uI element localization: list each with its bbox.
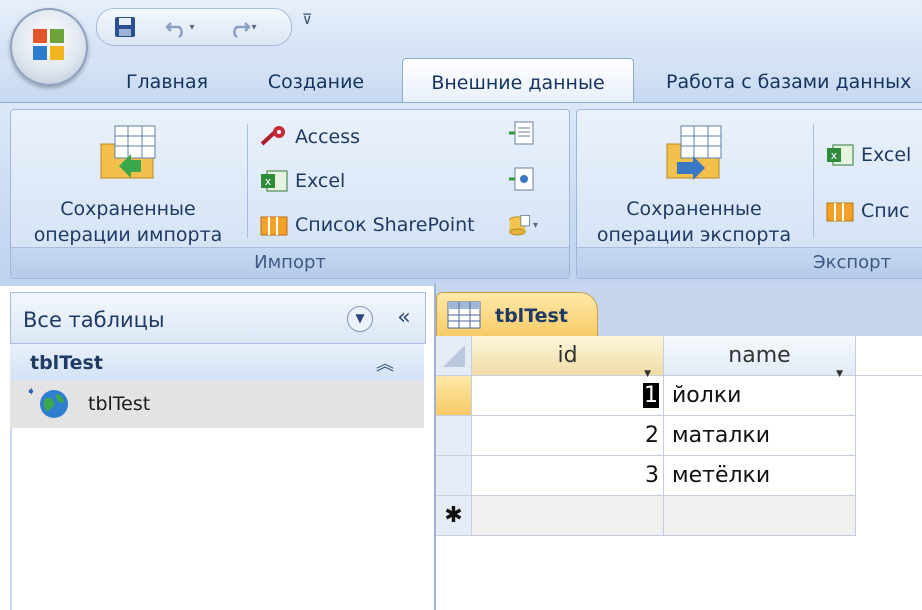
column-header-id[interactable]: id ▼ xyxy=(472,336,664,379)
datasheet-grid: id ▼ name ▼ 1 йолки 2 маталки 3 метёлки … xyxy=(436,336,922,606)
redo-icon xyxy=(233,22,252,39)
import-sharepoint-label: Список SharePoint xyxy=(295,214,475,236)
export-sharepoint-label: Спис xyxy=(861,200,910,222)
export-excel-button[interactable]: x Excel xyxy=(825,140,911,170)
nav-group-title: tblTest xyxy=(30,352,103,374)
office-logo-icon xyxy=(33,29,64,60)
divider xyxy=(10,428,12,610)
cell-name[interactable]: метёлки xyxy=(664,456,856,496)
nav-item-label: tblTest xyxy=(88,393,151,415)
sharepoint-list-icon xyxy=(826,202,854,222)
saved-imports-label-2: операции импорта xyxy=(33,224,223,246)
nav-menu-dropdown[interactable]: ▼ xyxy=(347,306,373,332)
nav-collapse-button[interactable]: « xyxy=(389,301,419,335)
tab-create[interactable]: Создание xyxy=(246,58,386,102)
saved-exports-label-1: Сохраненные xyxy=(626,198,762,220)
database-more-icon xyxy=(509,215,530,236)
linked-table-globe-icon xyxy=(40,390,68,418)
export-group-label: Экспорт xyxy=(577,247,922,278)
nav-pane-title: Все таблицы xyxy=(23,308,165,332)
quick-access-toolbar: ▾ ▾ xyxy=(96,8,292,46)
redo-button[interactable]: ▾ xyxy=(217,14,267,40)
import-excel-button[interactable]: x Excel xyxy=(259,166,345,196)
corner-triangle-icon xyxy=(443,345,465,367)
double-chevron-left-icon: « xyxy=(397,305,411,330)
chevron-down-icon: ▾ xyxy=(251,21,257,33)
new-row-selector[interactable]: ✱ xyxy=(436,496,472,536)
customize-toolbar-button[interactable]: ⊽ xyxy=(302,12,312,28)
cell-id[interactable]: 3 xyxy=(472,456,664,496)
cell-name[interactable]: йолки xyxy=(664,376,856,416)
office-button[interactable] xyxy=(10,8,88,86)
import-excel-label: Excel xyxy=(295,170,346,192)
tab-home[interactable]: Главная xyxy=(108,58,226,102)
saved-exports-button[interactable]: Сохраненные операции экспорта xyxy=(581,114,807,246)
import-access-label: Access xyxy=(295,126,361,148)
row-selector[interactable] xyxy=(436,376,472,416)
nav-group-header[interactable]: tblTest ︽ xyxy=(10,344,424,381)
import-access-button[interactable]: Access xyxy=(259,122,360,152)
saved-imports-label-1: Сохраненные xyxy=(60,198,196,220)
cell-id[interactable]: 2 xyxy=(472,416,664,456)
nav-pane-header[interactable]: Все таблицы ▼ « xyxy=(10,292,426,344)
grid-empty-space xyxy=(856,336,922,376)
import-group-label: Импорт xyxy=(11,247,569,278)
undo-button[interactable]: ▾ xyxy=(155,14,205,40)
saved-exports-label-2: операции экспорта xyxy=(596,224,792,246)
xml-file-icon xyxy=(509,167,534,191)
saved-imports-button[interactable]: Сохраненные операции импорта xyxy=(15,114,241,246)
svg-text:x: x xyxy=(265,175,272,188)
document-tab-tbltest[interactable]: tblTest xyxy=(436,292,598,339)
save-icon xyxy=(115,17,135,37)
saved-imports-icon xyxy=(100,125,156,179)
link-arrow-icon: ➧ xyxy=(26,384,37,398)
column-header-label: name xyxy=(728,343,791,368)
cell-id[interactable]: 1 xyxy=(472,376,664,416)
export-sharepoint-button[interactable]: Спис xyxy=(825,196,909,226)
tab-database-tools[interactable]: Работа с базами данных xyxy=(650,58,922,102)
excel-icon: x xyxy=(827,144,854,166)
cell-name[interactable]: маталки xyxy=(664,416,856,456)
sharepoint-list-icon xyxy=(260,216,288,236)
text-file-icon xyxy=(509,121,534,145)
separator xyxy=(813,124,814,238)
undo-icon xyxy=(165,22,184,39)
import-sharepoint-button[interactable]: Список SharePoint xyxy=(259,210,475,240)
export-group: Сохраненные операции экспорта x Excel Сп… xyxy=(576,109,922,279)
cell-value: 1 xyxy=(643,383,659,408)
document-tab-label: tblTest xyxy=(495,305,568,327)
tab-external-data[interactable]: Внешние данные xyxy=(402,58,634,105)
table-icon xyxy=(447,301,481,329)
chevron-down-icon: ▼ xyxy=(355,311,365,325)
chevron-down-icon: ▾ xyxy=(533,219,539,231)
column-header-name[interactable]: name ▼ xyxy=(664,336,856,379)
separator xyxy=(247,124,248,238)
import-group: Сохраненные операции импорта Access x Ex… xyxy=(10,109,570,279)
column-header-label: id xyxy=(557,343,578,368)
new-cell-name[interactable] xyxy=(664,496,856,536)
row-selector[interactable] xyxy=(436,416,472,456)
new-cell-id[interactable] xyxy=(472,496,664,536)
import-text-file-button[interactable] xyxy=(507,118,537,148)
double-chevron-up-icon[interactable]: ︽ xyxy=(376,350,394,376)
svg-text:x: x xyxy=(831,149,838,162)
nav-item-tbltest[interactable]: ➧ tblTest xyxy=(10,380,424,428)
row-selector[interactable] xyxy=(436,456,472,496)
saved-exports-icon xyxy=(666,125,722,180)
access-key-icon xyxy=(260,126,285,146)
save-button[interactable] xyxy=(111,14,139,40)
import-more-button[interactable]: ▾ xyxy=(507,210,538,240)
navigation-pane: Все таблицы ▼ « tblTest ︽ ➧ tblTest xyxy=(0,282,436,610)
new-record-icon: ✱ xyxy=(444,503,463,528)
chevron-down-icon: ▾ xyxy=(189,21,195,33)
ribbon: Сохраненные операции импорта Access x Ex… xyxy=(0,102,922,283)
select-all-corner[interactable] xyxy=(436,336,472,376)
document-area: tblTest id ▼ name ▼ 1 йолки 2 маталки 3 xyxy=(436,282,922,606)
export-excel-label: Excel xyxy=(861,144,912,166)
import-xml-button[interactable] xyxy=(507,164,537,194)
ribbon-tabs: Главная Создание Внешние данные Работа с… xyxy=(0,58,922,105)
excel-icon: x xyxy=(261,170,288,192)
